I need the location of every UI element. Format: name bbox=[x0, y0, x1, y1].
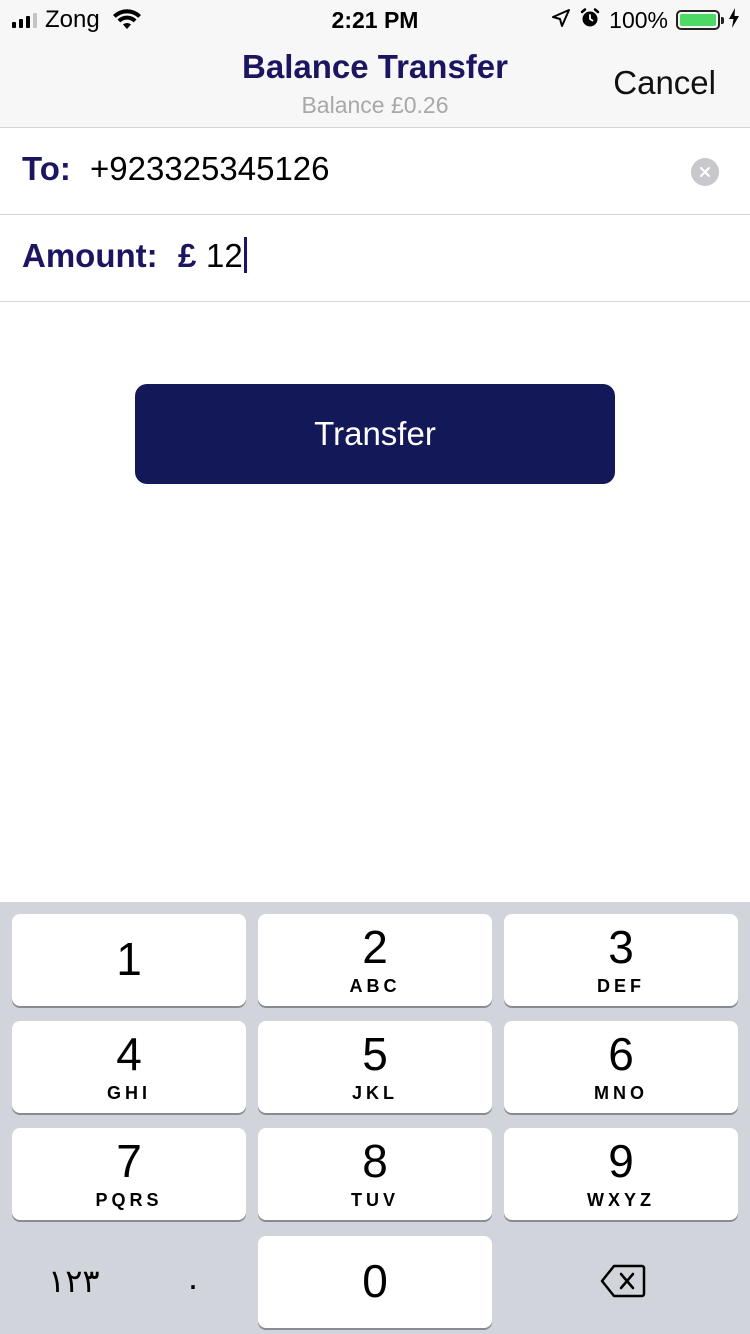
key-4[interactable]: 4 GHI bbox=[12, 1021, 246, 1113]
key-8[interactable]: 8 TUV bbox=[258, 1128, 492, 1220]
backspace-icon bbox=[600, 1264, 646, 1303]
key-digit: 8 bbox=[362, 1135, 388, 1187]
decimal-label: . bbox=[188, 1256, 199, 1297]
key-7[interactable]: 7 PQRS bbox=[12, 1128, 246, 1220]
arabic-digits-decimal-key[interactable]: ١٢٣ . bbox=[12, 1236, 246, 1328]
amount-label: Amount: bbox=[22, 237, 158, 274]
key-digit: 5 bbox=[362, 1028, 388, 1080]
key-digit: 6 bbox=[608, 1028, 634, 1080]
status-bar-right: 100% bbox=[551, 6, 740, 34]
numeric-keypad: 1 2 ABC 3 DEF 4 GHI 5 JKL 6 MNO 7 PQRS 8… bbox=[0, 902, 750, 1334]
clear-x-icon bbox=[699, 166, 711, 178]
key-letters: GHI bbox=[106, 1083, 151, 1103]
key-digit: 9 bbox=[608, 1135, 634, 1187]
charging-bolt-icon bbox=[728, 7, 740, 33]
location-arrow-icon bbox=[551, 8, 571, 33]
key-2[interactable]: 2 ABC bbox=[258, 914, 492, 1006]
key-letters: DEF bbox=[597, 976, 645, 996]
key-letters: MNO bbox=[594, 1083, 648, 1103]
amount-value-text: 12 bbox=[206, 237, 243, 274]
navigation-bar: Balance Transfer Balance £0.26 Cancel bbox=[0, 40, 750, 128]
key-digit: 1 bbox=[116, 933, 142, 985]
battery-icon bbox=[676, 10, 724, 30]
key-digit: 0 bbox=[362, 1255, 388, 1307]
key-letters: JKL bbox=[351, 1083, 398, 1103]
recipient-label: To: bbox=[22, 150, 71, 187]
key-digit: 3 bbox=[608, 921, 634, 973]
key-digit: 4 bbox=[116, 1028, 142, 1080]
cancel-button[interactable]: Cancel bbox=[613, 64, 716, 102]
key-letters: TUV bbox=[351, 1190, 399, 1210]
transfer-button[interactable]: Transfer bbox=[135, 384, 615, 484]
clear-recipient-button[interactable] bbox=[691, 158, 719, 186]
key-0[interactable]: 0 bbox=[258, 1236, 492, 1328]
alarm-clock-icon bbox=[579, 7, 601, 34]
battery-percent: 100% bbox=[609, 6, 668, 33]
key-digit: 2 bbox=[362, 921, 388, 973]
key-digit: 7 bbox=[116, 1135, 142, 1187]
key-letters: WXYZ bbox=[587, 1190, 655, 1210]
text-cursor bbox=[243, 237, 247, 273]
key-5[interactable]: 5 JKL bbox=[258, 1021, 492, 1113]
key-letters: ABC bbox=[349, 976, 401, 996]
amount-row: Amount: £ 12 bbox=[0, 215, 750, 302]
key-1[interactable]: 1 bbox=[12, 914, 246, 1006]
recipient-row: To: +923325345126 bbox=[0, 128, 750, 215]
key-letters: PQRS bbox=[95, 1190, 163, 1210]
key-3[interactable]: 3 DEF bbox=[504, 914, 738, 1006]
arabic-digits-label: ١٢٣ bbox=[48, 1262, 100, 1300]
key-6[interactable]: 6 MNO bbox=[504, 1021, 738, 1113]
amount-input[interactable]: 12 bbox=[206, 237, 247, 275]
recipient-input[interactable]: +923325345126 bbox=[90, 150, 330, 188]
backspace-key[interactable] bbox=[504, 1236, 738, 1328]
status-bar: Zong 2:21 PM 100% bbox=[0, 0, 750, 40]
key-9[interactable]: 9 WXYZ bbox=[504, 1128, 738, 1220]
currency-symbol: £ bbox=[178, 237, 197, 274]
